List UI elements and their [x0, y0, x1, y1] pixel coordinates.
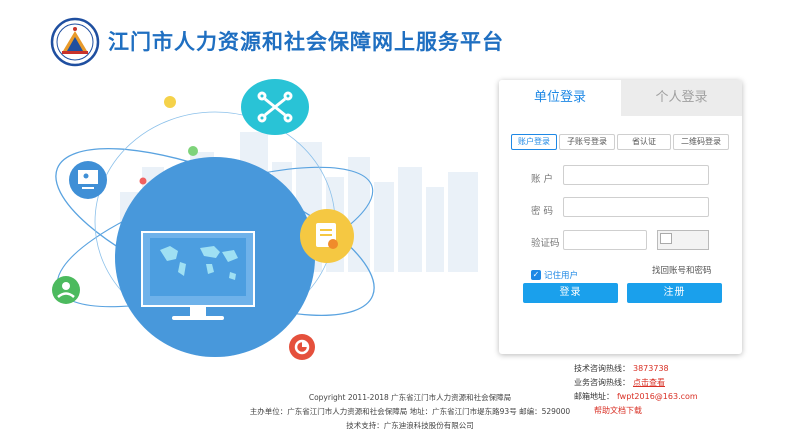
hero-illustration [52, 79, 478, 360]
login-method-tabs: 账户登录 子账号登录 省认证 二维码登录 [511, 134, 729, 150]
remember-checkbox[interactable]: ✓ [531, 269, 541, 280]
account-input[interactable] [563, 165, 709, 185]
captcha-input[interactable] [563, 230, 647, 250]
footer-support: 技术支持：广东迪浪科技股份有限公司 [346, 421, 474, 430]
presentation-icon [69, 161, 107, 199]
login-type-tabs: 单位登录 个人登录 [499, 80, 742, 116]
pie-chart-icon [289, 334, 315, 360]
remember-user[interactable]: ✓ 记住用户 [531, 264, 578, 281]
biz-hotline-link[interactable]: 点击查看 [633, 378, 665, 387]
login-button[interactable]: 登录 [523, 283, 618, 303]
subtab-account-login[interactable]: 账户登录 [511, 134, 557, 150]
password-label: 密 码 [531, 206, 554, 217]
tab-personal-login[interactable]: 个人登录 [621, 80, 742, 116]
subtab-subaccount-login[interactable]: 子账号登录 [559, 134, 615, 150]
subtab-province-auth[interactable]: 省认证 [617, 134, 671, 150]
remember-label: 记住用户 [544, 270, 579, 281]
login-panel: 单位登录 个人登录 账户登录 子账号登录 省认证 二维码登录 账 户 密 码 验… [499, 80, 742, 354]
footer-copyright: Copyright 2011-2018 广东省江门市人力资源和社会保障局 [308, 393, 512, 402]
emblem-logo-icon [50, 17, 100, 67]
certificate-icon [300, 209, 354, 263]
forgot-account-link[interactable]: 找回账号和密码 [652, 264, 712, 276]
biz-hotline-label: 业务咨询热线： [574, 378, 630, 387]
subtab-qrcode-login[interactable]: 二维码登录 [673, 134, 729, 150]
tab-unit-login[interactable]: 单位登录 [499, 80, 621, 116]
password-input[interactable] [563, 197, 709, 217]
site-title: 江门市人力资源和社会保障网上服务平台 [108, 30, 504, 54]
tech-hotline-value: 3873738 [633, 364, 669, 373]
account-label: 账 户 [531, 174, 554, 185]
biz-hotline: 业务咨询热线： 点击查看 [574, 377, 665, 388]
tech-hotline: 技术咨询热线： 3873738 [574, 363, 669, 374]
user-support-icon [52, 276, 80, 304]
header: 江门市人力资源和社会保障网上服务平台 [0, 0, 800, 72]
captcha-label: 验证码 [531, 238, 560, 249]
network-hub-icon [241, 79, 309, 135]
footer-sponsor: 主办单位：广东省江门市人力资源和社会保障局 地址：广东省江门市堤东路93号 邮编… [249, 407, 571, 416]
register-button[interactable]: 注册 [627, 283, 722, 303]
footer: Copyright 2011-2018 广东省江门市人力资源和社会保障局 主办单… [0, 392, 800, 432]
captcha-image[interactable] [657, 230, 709, 250]
world-map-monitor-icon [141, 231, 255, 320]
tech-hotline-label: 技术咨询热线： [574, 364, 630, 373]
